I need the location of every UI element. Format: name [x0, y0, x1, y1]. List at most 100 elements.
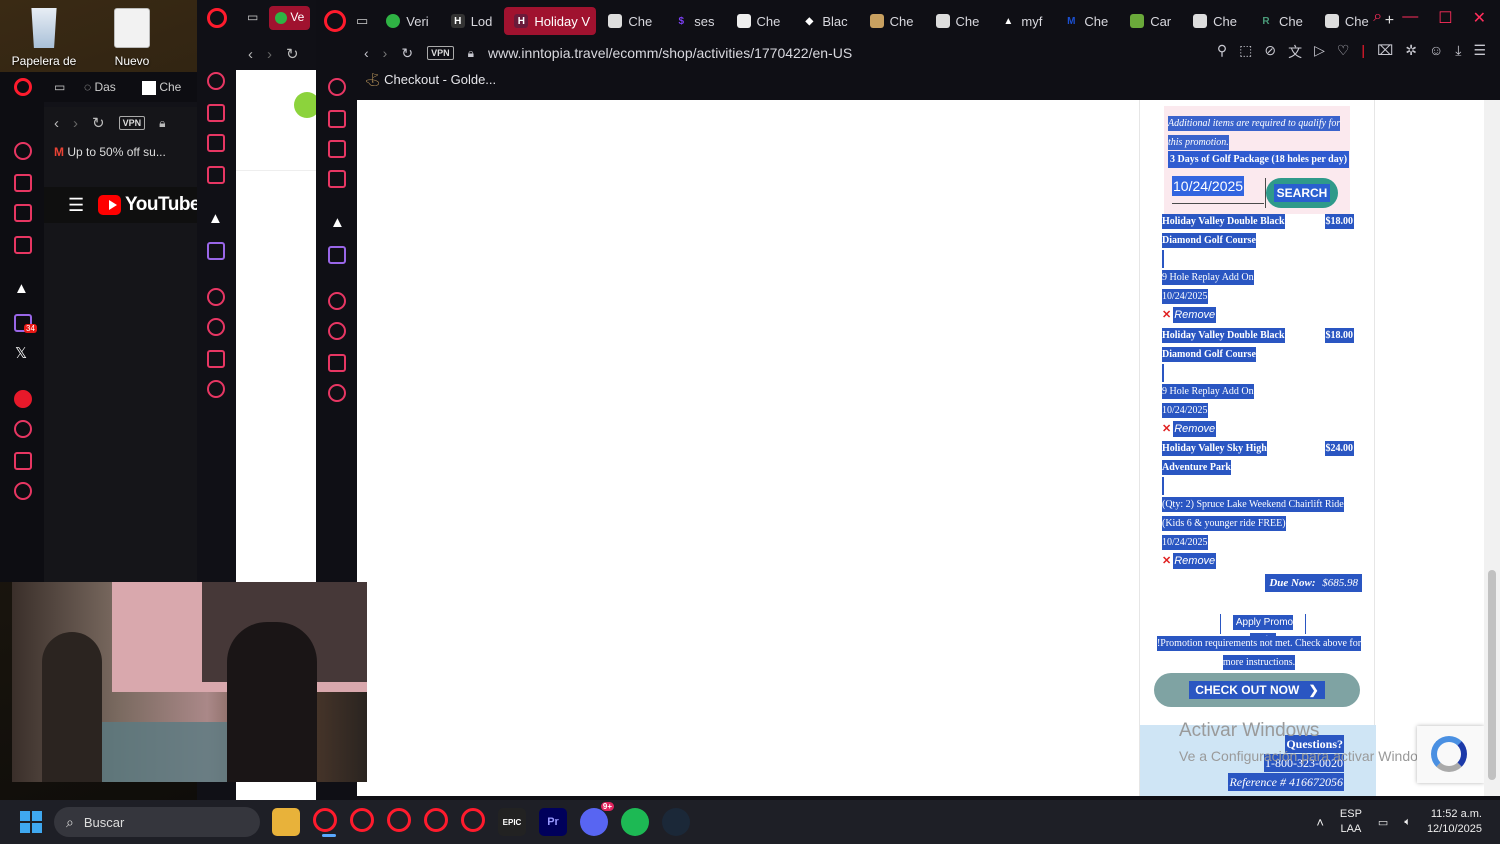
tab-checkout-6[interactable]: Che: [1183, 7, 1247, 35]
tab-workspaces-icon[interactable]: ▭: [54, 80, 65, 94]
page-scrollbar[interactable]: [1484, 100, 1500, 796]
download-icon[interactable]: ⤓: [1455, 42, 1461, 62]
opera-logo-icon[interactable]: [324, 10, 346, 32]
tab-active[interactable]: Ve: [269, 6, 311, 30]
vpn-badge[interactable]: VPN: [118, 116, 146, 130]
history-icon[interactable]: [14, 420, 32, 438]
tab-checkout-4[interactable]: Che: [926, 7, 990, 35]
speed-dial-icon[interactable]: [207, 72, 225, 90]
pin-icon[interactable]: ⚲: [1217, 42, 1227, 62]
heart-icon[interactable]: ♡: [1337, 42, 1350, 62]
gmail-sidebar-icon[interactable]: [14, 236, 32, 254]
tab-checkout-5[interactable]: M Che: [1054, 7, 1118, 35]
player-icon[interactable]: [328, 292, 346, 310]
desktop-icon-recycle-bin[interactable]: Papelera de: [4, 8, 84, 68]
chevron-up-icon[interactable]: ˄: [1316, 815, 1324, 830]
close-icon[interactable]: ✕: [1473, 8, 1486, 28]
tab-checkout-3[interactable]: Che: [860, 7, 924, 35]
tab-holiday-valley[interactable]: H Holiday V: [504, 7, 597, 35]
discord-icon[interactable]: 9+: [580, 802, 614, 836]
reload-icon[interactable]: ↻: [286, 45, 299, 63]
puzzle-icon[interactable]: ✲: [1405, 42, 1417, 62]
arc-icon[interactable]: ▲: [330, 214, 345, 231]
arc-icon[interactable]: ▲: [14, 280, 29, 297]
spotify-icon[interactable]: [621, 808, 649, 836]
forward-icon[interactable]: ›: [383, 45, 388, 61]
spotify-icon[interactable]: [14, 390, 32, 408]
premiere-pro-icon[interactable]: Pr: [539, 808, 567, 836]
tab-cart[interactable]: Car: [1120, 7, 1181, 35]
maximize-icon[interactable]: ☐: [1438, 8, 1452, 28]
clock[interactable]: 11:52 a.m. 12/10/2025: [1427, 807, 1482, 837]
check-out-button[interactable]: CHECK OUT NOW ❯: [1154, 673, 1360, 707]
tab-checkout[interactable]: Che: [142, 80, 181, 95]
vpn-badge[interactable]: VPN: [427, 46, 454, 60]
search-button[interactable]: SEARCH: [1266, 178, 1338, 208]
desktop-icon-new-document[interactable]: Nuevo: [92, 8, 172, 68]
start-button[interactable]: [20, 811, 42, 833]
extensions-icon[interactable]: [14, 452, 32, 470]
aria-icon[interactable]: [207, 104, 225, 122]
tab-dashboard[interactable]: ◌ Das: [84, 80, 116, 94]
player-icon[interactable]: [207, 288, 225, 306]
minimize-icon[interactable]: —: [1402, 8, 1418, 28]
language-indicator[interactable]: ESP LAA: [1340, 807, 1362, 837]
reload-icon[interactable]: ↻: [401, 45, 413, 62]
speed-dial-icon[interactable]: [328, 78, 346, 96]
tab-search-icon[interactable]: ⌕: [1373, 8, 1382, 28]
gmail-sidebar-icon[interactable]: [328, 170, 346, 188]
tab-workspaces-icon[interactable]: ▭: [356, 13, 368, 29]
network-icon[interactable]: ▭: [1378, 816, 1388, 829]
opera-gx-icon[interactable]: [350, 808, 374, 832]
volume-icon[interactable]: 🔈︎: [1404, 816, 1411, 829]
tab-lodging[interactable]: H Lod: [441, 7, 503, 35]
arc-icon[interactable]: ▲: [208, 210, 223, 227]
flow-icon[interactable]: [207, 134, 225, 152]
tab-session[interactable]: $ ses: [664, 7, 724, 35]
epic-games-icon[interactable]: EPIC: [498, 808, 526, 836]
opera-gx-icon[interactable]: [461, 808, 485, 832]
tab-checkout-8[interactable]: Che: [1315, 7, 1379, 35]
taskbar-search[interactable]: ⌕ Buscar: [54, 807, 260, 837]
twitch-icon[interactable]: [207, 242, 225, 260]
tab-checkout-1[interactable]: Che: [598, 7, 662, 35]
opera-gx-icon[interactable]: [424, 808, 448, 832]
opera-gx-icon[interactable]: [313, 808, 337, 837]
snapshot-icon[interactable]: ⬚: [1239, 42, 1252, 62]
reload-icon[interactable]: ↻: [92, 114, 105, 132]
x-icon[interactable]: 𝕏: [15, 344, 27, 362]
tab-workspaces-icon[interactable]: ▭: [247, 10, 258, 24]
gmail-sidebar-icon[interactable]: [207, 166, 225, 184]
speed-dial-icon[interactable]: [14, 142, 32, 160]
account-icon[interactable]: ☺: [1429, 42, 1443, 62]
tab-myf[interactable]: ▲ myf: [991, 7, 1052, 35]
translate-icon[interactable]: 文: [1288, 42, 1302, 62]
opera-gx-icon[interactable]: [387, 808, 411, 832]
forward-icon[interactable]: ›: [73, 115, 78, 132]
twitch-icon[interactable]: [328, 246, 346, 264]
extensions-icon[interactable]: [328, 354, 346, 372]
back-icon[interactable]: ‹: [248, 46, 253, 63]
aria-icon[interactable]: [14, 174, 32, 192]
adblock-icon[interactable]: ⊘: [1264, 42, 1276, 62]
flow-icon[interactable]: [14, 204, 32, 222]
flow-icon[interactable]: [328, 140, 346, 158]
date-input[interactable]: 10/24/2025: [1172, 176, 1266, 208]
remove-link[interactable]: ✕ Remove: [1162, 420, 1217, 439]
easy-setup-icon[interactable]: ☰: [1473, 42, 1486, 62]
settings-icon[interactable]: [328, 384, 346, 402]
remove-link[interactable]: ✕ Remove: [1162, 306, 1217, 325]
forward-icon[interactable]: ›: [267, 46, 272, 63]
tab-verified[interactable]: Veri: [376, 7, 438, 35]
steam-icon[interactable]: [662, 808, 690, 836]
opera-logo-icon[interactable]: [207, 8, 227, 28]
bookmark-item[interactable]: ⛳︎ Checkout - Golde...: [364, 72, 496, 87]
aria-icon[interactable]: [328, 110, 346, 128]
opera-logo-icon[interactable]: [14, 78, 32, 96]
back-icon[interactable]: ‹: [364, 45, 369, 61]
history-icon[interactable]: [207, 318, 225, 336]
gamepad-icon[interactable]: ⌧: [1377, 42, 1393, 62]
menu-icon[interactable]: ☰: [68, 195, 84, 216]
youtube-logo-icon[interactable]: [97, 195, 122, 215]
tab-black[interactable]: ◆ Blac: [792, 7, 857, 35]
